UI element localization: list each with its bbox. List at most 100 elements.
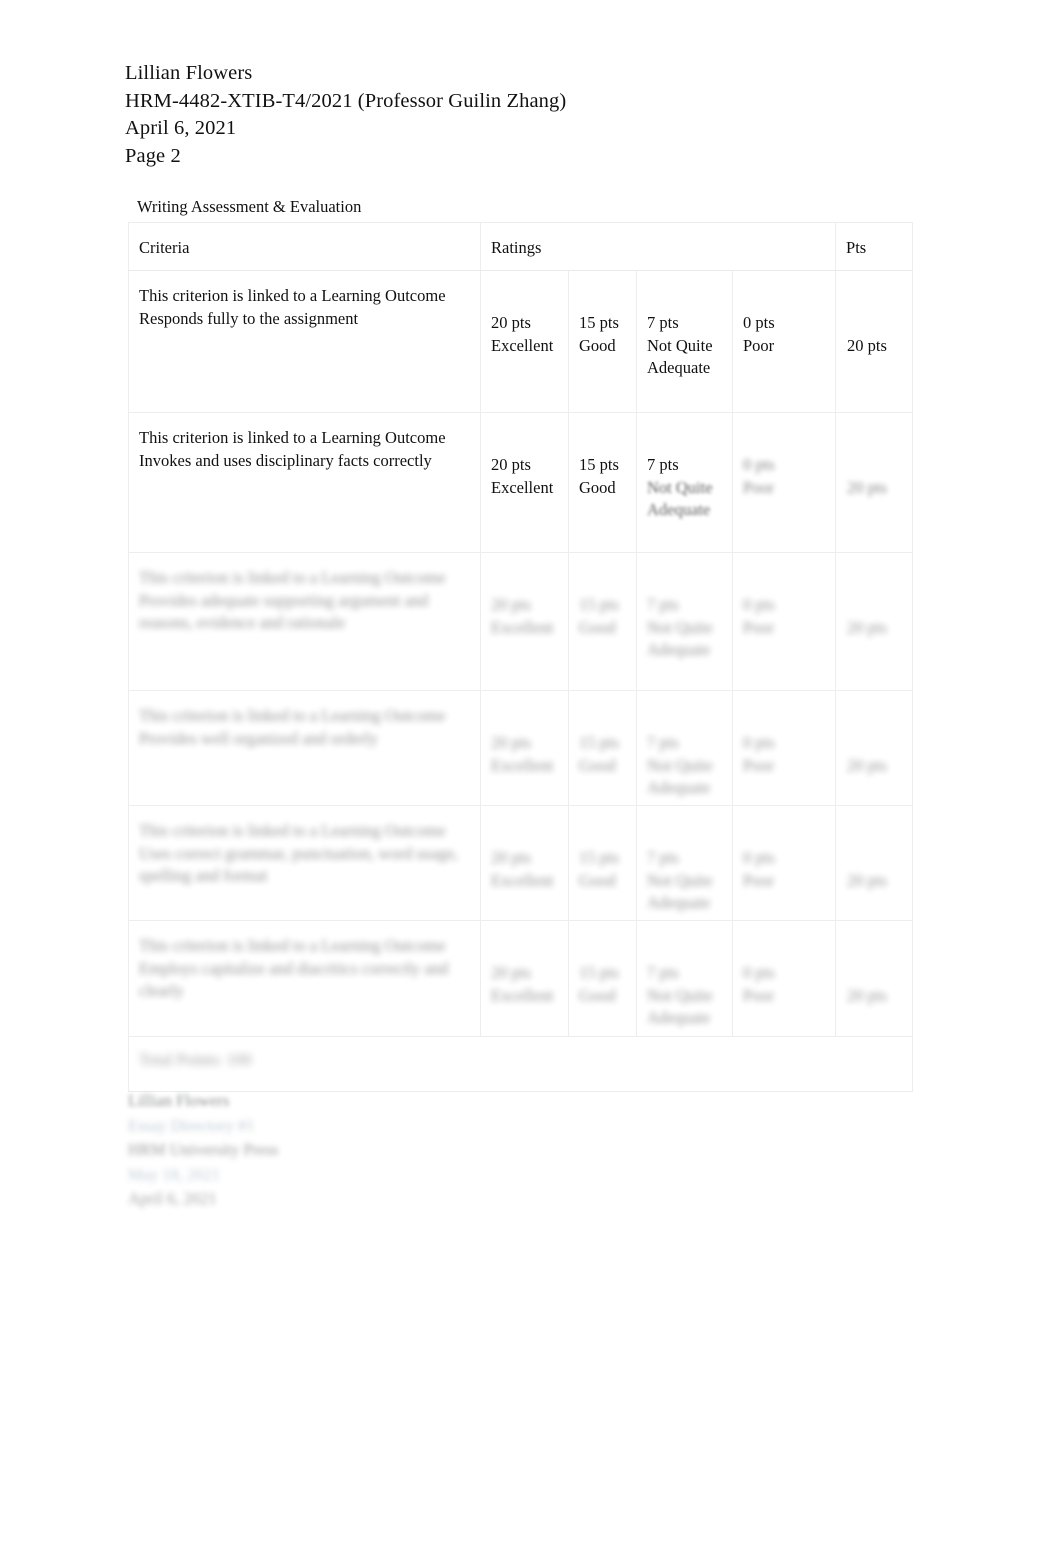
rating-3-label: Not Quite Adequate xyxy=(647,477,713,520)
criteria-cell: This criterion is linked to a Learning O… xyxy=(128,552,481,691)
rating-4-label: Poor xyxy=(743,335,775,355)
pts-value: 20 pts xyxy=(847,478,887,497)
rating-3: 7 pts Not Quite Adequate xyxy=(637,691,732,800)
rating-cell-1: 20 pts Excellent xyxy=(480,412,569,553)
document-header: Lillian Flowers HRM-4482-XTIB-T4/2021 (P… xyxy=(125,60,566,170)
criteria-text: This criterion is linked to a Learning O… xyxy=(139,428,446,470)
rating-4: 0 pts Poor xyxy=(733,806,835,892)
column-header-ratings: Ratings xyxy=(479,222,837,271)
criteria-cell: This criterion is linked to a Learning O… xyxy=(128,412,481,553)
rating-4-label: Poor xyxy=(743,985,775,1005)
rating-3-points: 7 pts xyxy=(647,733,679,752)
column-header-pts-label: Pts xyxy=(846,238,867,257)
rating-1: 20 pts Excellent xyxy=(481,691,568,777)
table-header-row: Criteria Ratings Pts xyxy=(128,222,914,271)
student-name: Lillian Flowers xyxy=(125,62,253,84)
rating-4-points: 0 pts xyxy=(743,963,775,982)
rating-3: 7 pts Not Quite Adequate xyxy=(637,413,732,522)
rating-1-points: 20 pts xyxy=(491,313,531,332)
column-header-criteria-label: Criteria xyxy=(139,238,190,257)
rating-4-points: 0 pts xyxy=(743,455,775,474)
rating-cell-1: 20 pts Excellent xyxy=(480,270,569,413)
table-row: This criterion is linked to a Learning O… xyxy=(128,552,914,691)
table-row: This criterion is linked to a Learning O… xyxy=(128,412,914,553)
rating-1: 20 pts Excellent xyxy=(481,413,568,499)
rating-2-label: Good xyxy=(579,985,616,1005)
rating-2: 15 pts Good xyxy=(569,691,636,777)
rating-cell-2: 15 pts Good xyxy=(568,270,637,413)
rating-2: 15 pts Good xyxy=(569,413,636,499)
rating-3-points: 7 pts xyxy=(647,455,679,474)
rating-3-points: 7 pts xyxy=(647,595,679,614)
criteria-text: This criterion is linked to a Learning O… xyxy=(139,706,446,748)
rating-2-label: Good xyxy=(579,617,616,637)
rating-cell-4: 0 pts Poor xyxy=(731,552,837,691)
rating-1-label: Excellent xyxy=(491,477,554,497)
rating-1-label: Excellent xyxy=(491,985,554,1005)
footer-line-4: May 18, 2021 xyxy=(128,1164,221,1184)
rating-3-label: Not Quite Adequate xyxy=(647,617,713,660)
rubric-title: Writing Assessment & Evaluation xyxy=(137,197,362,216)
rating-2-points: 15 pts xyxy=(579,963,619,982)
rating-cell-1: 20 pts Excellent xyxy=(480,920,569,1037)
rating-1: 20 pts Excellent xyxy=(481,806,568,892)
rating-4: 0 pts Poor xyxy=(733,271,835,357)
rating-cell-2: 15 pts Good xyxy=(568,690,637,806)
pts-value: 20 pts xyxy=(847,986,887,1005)
footer-line-3: HRM University Press xyxy=(128,1140,279,1160)
pts-value: 20 pts xyxy=(847,336,887,355)
rating-cell-3: 7 pts Not Quite Adequate xyxy=(636,690,733,806)
footer-line-1: Lillian Flowers xyxy=(128,1091,230,1110)
criteria-cell: This criterion is linked to a Learning O… xyxy=(128,920,481,1037)
page-number: Page 2 xyxy=(125,144,181,167)
rating-4-label: Poor xyxy=(743,755,775,775)
table-row: This criterion is linked to a Learning O… xyxy=(128,270,914,413)
rating-2-points: 15 pts xyxy=(579,455,619,474)
rating-4-points: 0 pts xyxy=(743,848,775,867)
rating-1-label: Excellent xyxy=(491,617,554,637)
rating-1: 20 pts Excellent xyxy=(481,553,568,639)
rating-4-points: 0 pts xyxy=(743,733,775,752)
pts-cell: 20 pts xyxy=(835,412,914,553)
pts-value: 20 pts xyxy=(847,756,887,775)
rating-1-label: Excellent xyxy=(491,755,554,775)
rating-4: 0 pts Poor xyxy=(733,413,835,499)
course-line: HRM-4482-XTIB-T4/2021 (Professor Guilin … xyxy=(125,89,567,112)
rating-2: 15 pts Good xyxy=(569,806,636,892)
pts-value: 20 pts xyxy=(847,871,887,890)
criteria-cell: This criterion is linked to a Learning O… xyxy=(128,270,481,413)
rating-cell-2: 15 pts Good xyxy=(568,552,637,691)
rating-3: 7 pts Not Quite Adequate xyxy=(637,553,732,662)
rating-cell-2: 15 pts Good xyxy=(568,920,637,1037)
rating-cell-2: 15 pts Good xyxy=(568,805,637,921)
rating-3: 7 pts Not Quite Adequate xyxy=(637,921,732,1030)
rating-cell-4: 0 pts Poor xyxy=(731,412,837,553)
rating-4-label: Poor xyxy=(743,870,775,890)
table-row: This criterion is linked to a Learning O… xyxy=(128,690,914,806)
total-cell: Total Points: 100 xyxy=(127,1036,914,1092)
table-row: This criterion is linked to a Learning O… xyxy=(128,920,914,1037)
rating-4: 0 pts Poor xyxy=(733,553,835,639)
criteria-text: This criterion is linked to a Learning O… xyxy=(139,821,459,885)
rating-3-points: 7 pts xyxy=(647,848,679,867)
criteria-text: This criterion is linked to a Learning O… xyxy=(139,286,446,328)
rating-3-points: 7 pts xyxy=(647,313,679,332)
footer-line-2: Essay Directory #1 xyxy=(128,1115,255,1135)
column-header-ratings-label: Ratings xyxy=(491,238,542,257)
rating-4: 0 pts Poor xyxy=(733,691,835,777)
column-header-pts: Pts xyxy=(835,222,914,271)
rating-cell-1: 20 pts Excellent xyxy=(480,690,569,806)
document-page: Lillian Flowers HRM-4482-XTIB-T4/2021 (P… xyxy=(0,0,1062,1561)
document-footer: Lillian Flowers Essay Directory #1 HRM U… xyxy=(128,1089,278,1212)
table-row: This criterion is linked to a Learning O… xyxy=(128,805,914,921)
rating-2-points: 15 pts xyxy=(579,848,619,867)
rating-cell-4: 0 pts Poor xyxy=(731,805,837,921)
rating-cell-4: 0 pts Poor xyxy=(731,270,837,413)
rating-1-label: Excellent xyxy=(491,870,554,890)
rating-1: 20 pts Excellent xyxy=(481,921,568,1007)
criteria-text: This criterion is linked to a Learning O… xyxy=(139,568,446,632)
rating-3-label: Not Quite Adequate xyxy=(647,335,713,378)
rating-2: 15 pts Good xyxy=(569,921,636,1007)
rating-cell-4: 0 pts Poor xyxy=(731,920,837,1037)
rating-cell-3: 7 pts Not Quite Adequate xyxy=(636,552,733,691)
